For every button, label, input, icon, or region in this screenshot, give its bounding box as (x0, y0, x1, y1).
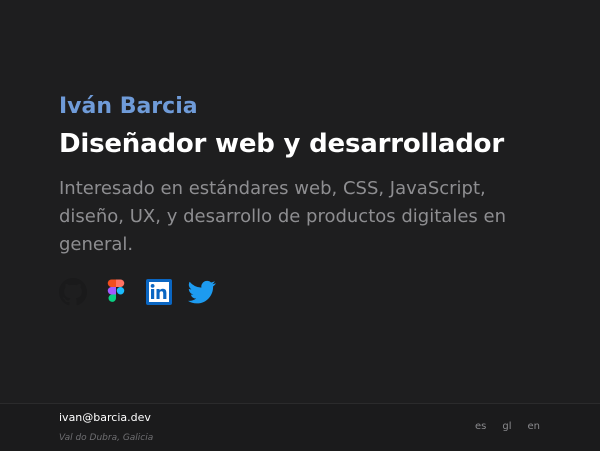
intro-text: Interesado en estándares web, CSS, JavaS… (59, 178, 506, 255)
social-links (59, 277, 559, 307)
page-title: Diseñador web y desarrollador (59, 129, 504, 159)
hero-section: Iván Barcia Diseñador web y desarrollado… (59, 91, 559, 307)
twitter-icon (188, 280, 216, 304)
github-icon (59, 278, 87, 306)
author-name: Iván Barcia (59, 94, 198, 119)
github-link[interactable] (59, 278, 87, 306)
lang-es-link[interactable]: es (475, 421, 486, 432)
figma-icon (107, 279, 125, 302)
twitter-link[interactable] (188, 278, 216, 306)
figma-link[interactable] (102, 278, 130, 306)
lang-gl-link[interactable]: gl (502, 421, 511, 432)
linkedin-icon (146, 279, 172, 305)
location-text: Val do Dubra, Galicia (59, 433, 154, 443)
email-link[interactable]: ivan@barcia.dev (59, 411, 151, 424)
lang-en-link[interactable]: en (528, 421, 541, 432)
footer: ivan@barcia.dev Val do Dubra, Galicia es… (0, 403, 600, 451)
linkedin-link[interactable] (145, 278, 173, 306)
language-switcher: es gl en (475, 421, 556, 432)
